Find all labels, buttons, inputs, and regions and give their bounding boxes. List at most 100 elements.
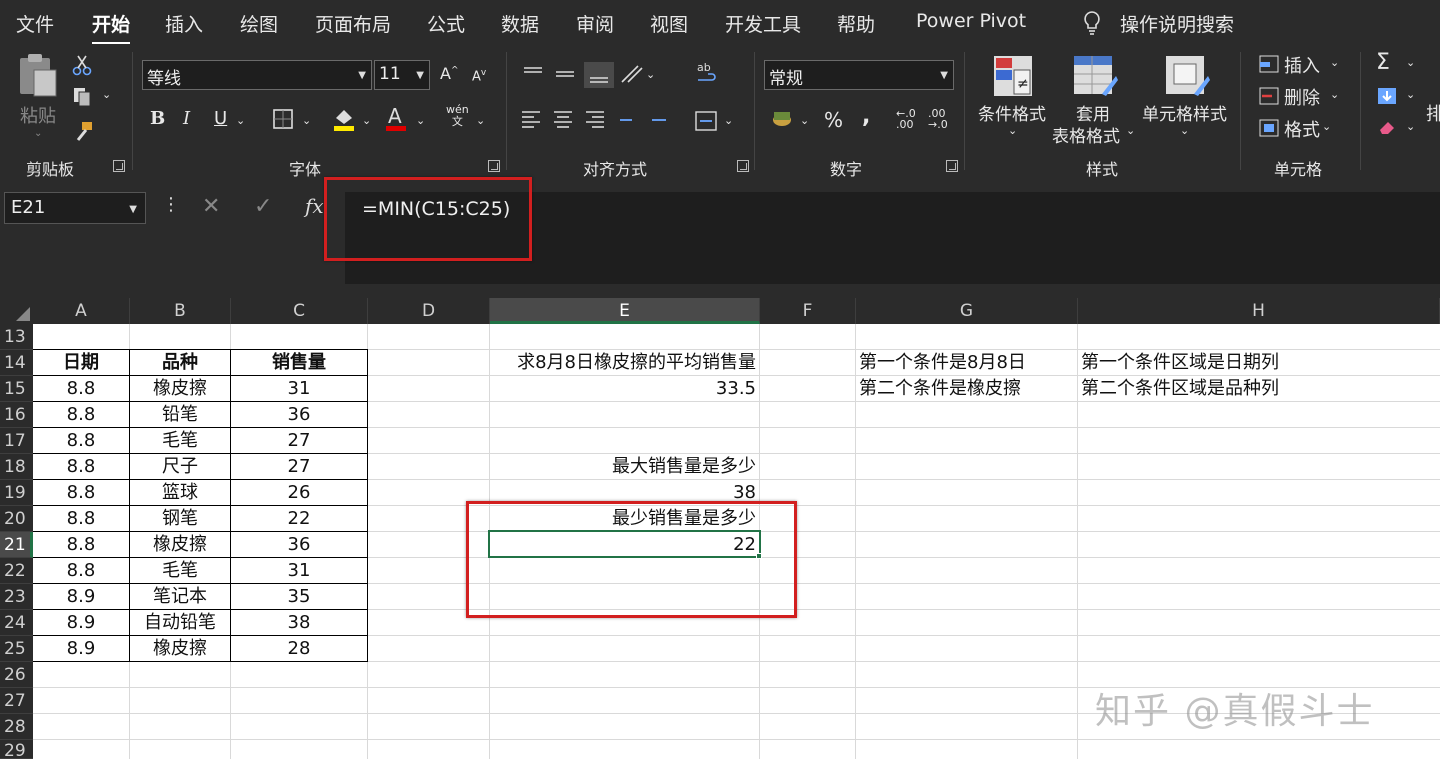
table-cell[interactable]: 8.9 bbox=[33, 636, 129, 662]
tab-review[interactable]: 审阅 bbox=[576, 10, 614, 37]
table-cell[interactable]: 8.8 bbox=[33, 532, 129, 558]
cell-styles-dropdown-icon[interactable]: ⌄ bbox=[1180, 124, 1189, 137]
row-header-27[interactable]: 27 bbox=[0, 688, 33, 714]
format-painter-icon[interactable] bbox=[72, 120, 94, 142]
cell-h14[interactable]: 第一个条件区域是日期列 bbox=[1078, 350, 1440, 376]
table-cell[interactable]: 橡皮擦 bbox=[130, 636, 230, 662]
tab-draw[interactable]: 绘图 bbox=[240, 10, 278, 37]
border-dropdown-icon[interactable]: ⌄ bbox=[302, 114, 311, 127]
cell-e18[interactable]: 最大销售量是多少 bbox=[490, 454, 759, 480]
row-header-25[interactable]: 25 bbox=[0, 636, 33, 662]
format-as-table-icon[interactable] bbox=[1072, 54, 1118, 98]
active-cell-selection[interactable] bbox=[488, 530, 761, 558]
row-header-24[interactable]: 24 bbox=[0, 610, 33, 636]
insert-dropdown-icon[interactable]: ⌄ bbox=[1330, 56, 1339, 69]
row-header-19[interactable]: 19 bbox=[0, 480, 33, 506]
table-cell[interactable]: 22 bbox=[231, 506, 367, 532]
table-header-sales[interactable]: 销售量 bbox=[231, 350, 367, 376]
tab-home[interactable]: 开始 bbox=[92, 10, 131, 45]
border-icon[interactable] bbox=[272, 108, 294, 130]
table-cell[interactable]: 笔记本 bbox=[130, 584, 230, 610]
phonetic-dropdown-icon[interactable]: ⌄ bbox=[476, 114, 485, 127]
table-cell[interactable]: 8.8 bbox=[33, 480, 129, 506]
clear-eraser-icon[interactable] bbox=[1376, 118, 1398, 136]
column-header-g[interactable]: G bbox=[856, 298, 1078, 324]
tab-developer[interactable]: 开发工具 bbox=[725, 10, 801, 37]
merge-dropdown-icon[interactable]: ⌄ bbox=[724, 114, 733, 127]
cell-e19[interactable]: 38 bbox=[490, 480, 759, 506]
table-cell[interactable]: 毛笔 bbox=[130, 558, 230, 584]
italic-button[interactable]: I bbox=[183, 108, 190, 129]
tab-power-pivot[interactable]: Power Pivot bbox=[916, 10, 1026, 32]
autosum-icon[interactable]: Σ bbox=[1376, 50, 1390, 75]
table-cell[interactable]: 8.8 bbox=[33, 402, 129, 428]
tab-file[interactable]: 文件 bbox=[16, 10, 54, 37]
copy-icon[interactable] bbox=[72, 86, 94, 108]
table-cell[interactable]: 自动铅笔 bbox=[130, 610, 230, 636]
table-header-date[interactable]: 日期 bbox=[33, 350, 129, 376]
increase-decimal-icon[interactable]: ←.0.00 bbox=[896, 108, 916, 130]
format-as-table-label-2[interactable]: 表格格式 bbox=[1052, 122, 1120, 147]
row-header-15[interactable]: 15 bbox=[0, 376, 33, 402]
phonetic-icon[interactable]: wén 文 bbox=[446, 104, 469, 128]
table-cell[interactable]: 38 bbox=[231, 610, 367, 636]
table-cell[interactable]: 28 bbox=[231, 636, 367, 662]
table-cell[interactable]: 橡皮擦 bbox=[130, 376, 230, 402]
table-cell[interactable]: 尺子 bbox=[130, 454, 230, 480]
format-cells-icon[interactable] bbox=[1258, 118, 1280, 138]
cut-icon[interactable] bbox=[72, 54, 92, 76]
row-header-14[interactable]: 14 bbox=[0, 350, 33, 376]
table-cell[interactable]: 27 bbox=[231, 454, 367, 480]
paste-button[interactable]: 粘贴 ⌄ bbox=[14, 52, 64, 142]
number-format-select[interactable]: 常规 ▼ bbox=[764, 60, 954, 90]
font-color-dropdown-icon[interactable]: ⌄ bbox=[416, 114, 425, 127]
column-header-c[interactable]: C bbox=[231, 298, 368, 324]
column-header-h[interactable]: H bbox=[1078, 298, 1440, 324]
horizontal-align-icons[interactable] bbox=[520, 108, 680, 132]
table-cell[interactable]: 橡皮擦 bbox=[130, 532, 230, 558]
table-cell[interactable]: 8.8 bbox=[33, 558, 129, 584]
table-cell[interactable]: 8.8 bbox=[33, 454, 129, 480]
autosum-dropdown-icon[interactable]: ⌄ bbox=[1406, 56, 1415, 69]
row-header-18[interactable]: 18 bbox=[0, 454, 33, 480]
comma-style-icon[interactable]: , bbox=[862, 104, 870, 129]
fill-color-icon[interactable] bbox=[332, 106, 356, 132]
name-box[interactable]: E21 ▼ bbox=[4, 192, 146, 224]
vertical-align-icons[interactable] bbox=[520, 62, 690, 88]
table-cell[interactable]: 31 bbox=[231, 558, 367, 584]
delete-cells-button[interactable]: 删除 bbox=[1284, 84, 1320, 110]
copy-dropdown-icon[interactable]: ⌄ bbox=[102, 88, 111, 101]
underline-button[interactable]: U bbox=[214, 108, 227, 129]
format-table-dropdown-icon[interactable]: ⌄ bbox=[1126, 124, 1135, 137]
table-cell[interactable]: 36 bbox=[231, 532, 367, 558]
row-header-29[interactable]: 29 bbox=[0, 740, 33, 759]
row-header-28[interactable]: 28 bbox=[0, 714, 33, 740]
cell-g14[interactable]: 第一个条件是8月8日 bbox=[856, 350, 1077, 376]
fill-icon[interactable] bbox=[1376, 86, 1398, 106]
alignment-launcher-icon[interactable] bbox=[737, 160, 749, 172]
row-header-23[interactable]: 23 bbox=[0, 584, 33, 610]
enter-check-icon[interactable]: ✓ bbox=[254, 194, 272, 219]
currency-dropdown-icon[interactable]: ⌄ bbox=[800, 114, 809, 127]
conditional-formatting-icon[interactable]: ≠ bbox=[992, 54, 1034, 98]
cell-styles-icon[interactable] bbox=[1164, 54, 1210, 98]
clear-dropdown-icon[interactable]: ⌄ bbox=[1406, 120, 1415, 133]
font-launcher-icon[interactable] bbox=[488, 160, 500, 172]
table-cell[interactable]: 26 bbox=[231, 480, 367, 506]
column-header-e[interactable]: E bbox=[490, 298, 760, 324]
insert-cells-button[interactable]: 插入 bbox=[1284, 52, 1320, 78]
table-cell[interactable]: 毛笔 bbox=[130, 428, 230, 454]
table-cell[interactable]: 钢笔 bbox=[130, 506, 230, 532]
row-header-16[interactable]: 16 bbox=[0, 402, 33, 428]
row-header-22[interactable]: 22 bbox=[0, 558, 33, 584]
more-options-icon[interactable]: ⋮ bbox=[162, 194, 180, 215]
font-name-select[interactable]: 等线 ▼ bbox=[142, 60, 372, 90]
cell-h15[interactable]: 第二个条件区域是品种列 bbox=[1078, 376, 1440, 402]
merge-center-icon[interactable] bbox=[694, 110, 718, 132]
format-dropdown-icon[interactable]: ⌄ bbox=[1322, 120, 1331, 133]
fill-dropdown-icon[interactable]: ⌄ bbox=[1406, 88, 1415, 101]
row-header-13[interactable]: 13 bbox=[0, 324, 33, 350]
font-color-icon[interactable]: A bbox=[384, 104, 408, 132]
tell-me-search[interactable]: 操作说明搜索 bbox=[1120, 10, 1234, 37]
tab-page-layout[interactable]: 页面布局 bbox=[315, 10, 391, 37]
